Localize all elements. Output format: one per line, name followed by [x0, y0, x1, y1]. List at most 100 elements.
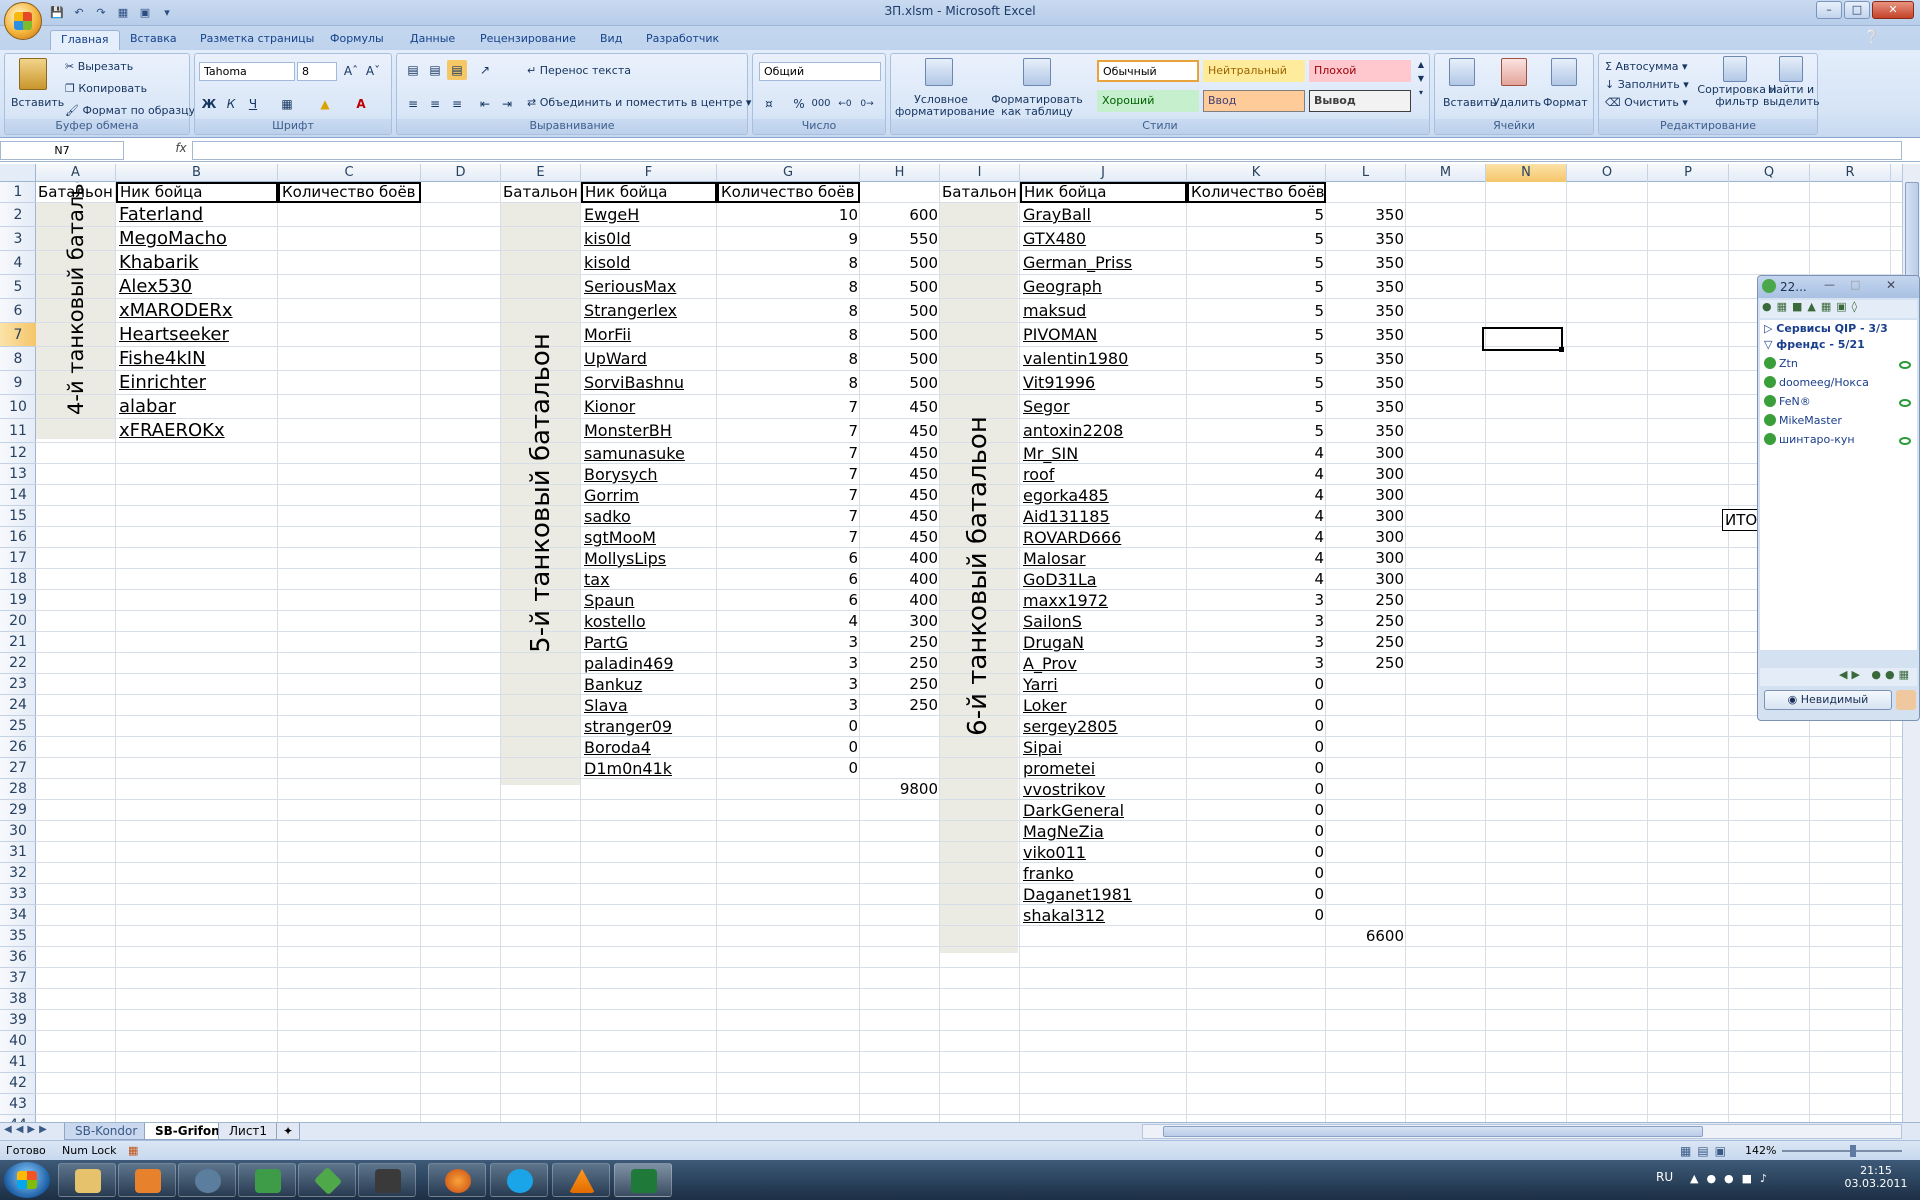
- battles-count[interactable]: 7: [717, 419, 860, 443]
- align-middle-icon[interactable]: ▤: [425, 60, 445, 80]
- battles-count[interactable]: 5: [1187, 299, 1326, 323]
- row-header-38[interactable]: 38: [0, 989, 36, 1010]
- player-nick[interactable]: valentin1980: [1020, 347, 1187, 371]
- font-name-select[interactable]: Tahoma: [199, 62, 295, 81]
- qip-contact[interactable]: FeN®: [1764, 395, 1811, 408]
- player-nick[interactable]: stranger09: [581, 716, 717, 737]
- battles-count[interactable]: 0: [1187, 779, 1326, 800]
- align-left-icon[interactable]: ≡: [403, 94, 423, 114]
- player-nick[interactable]: sadko: [581, 506, 717, 527]
- column-header-c[interactable]: C: [278, 164, 421, 182]
- payment[interactable]: 400: [860, 548, 940, 569]
- row-header-10[interactable]: 10: [0, 395, 36, 419]
- payment[interactable]: 250: [860, 632, 940, 653]
- payment[interactable]: 400: [860, 590, 940, 611]
- header-nick[interactable]: Ник бойца: [116, 182, 278, 203]
- tray-language[interactable]: RU: [1656, 1170, 1673, 1184]
- battles-count[interactable]: 4: [1187, 485, 1326, 506]
- row-header-43[interactable]: 43: [0, 1094, 36, 1115]
- player-nick[interactable]: EwgeH: [581, 203, 717, 227]
- row-header-16[interactable]: 16: [0, 527, 36, 548]
- payment[interactable]: 250: [1326, 590, 1406, 611]
- binoculars-icon[interactable]: [1779, 56, 1803, 82]
- column-header-n[interactable]: N: [1486, 164, 1567, 182]
- battles-count[interactable]: 8: [717, 347, 860, 371]
- payment[interactable]: [1326, 884, 1406, 905]
- qip-contact[interactable]: Ztn: [1764, 357, 1798, 370]
- row-header-39[interactable]: 39: [0, 1010, 36, 1031]
- taskbar-media[interactable]: [118, 1163, 176, 1197]
- battles-count[interactable]: 5: [1187, 419, 1326, 443]
- payment[interactable]: 350: [1326, 227, 1406, 251]
- battles-count[interactable]: 7: [717, 485, 860, 506]
- row-header-4[interactable]: 4: [0, 251, 36, 275]
- horizontal-scroll-thumb[interactable]: [1163, 1126, 1703, 1137]
- header-battalion[interactable]: Батальон: [940, 182, 1020, 203]
- battles-count[interactable]: 8: [717, 323, 860, 347]
- clear-button[interactable]: ⌫ Очистить ▾: [1605, 96, 1688, 109]
- tab-formulas[interactable]: Формулы: [320, 30, 394, 50]
- start-button[interactable]: [4, 1162, 50, 1198]
- payment[interactable]: [1326, 758, 1406, 779]
- help-icon[interactable]: ❔: [1864, 30, 1880, 45]
- orientation-icon[interactable]: ↗: [475, 60, 495, 80]
- header-battles[interactable]: Количество боёв: [1187, 182, 1326, 203]
- payment[interactable]: 300: [1326, 569, 1406, 590]
- currency-icon[interactable]: ¤: [759, 94, 779, 114]
- payment[interactable]: [860, 716, 940, 737]
- wrap-text-button[interactable]: ↵ Перенос текста: [527, 64, 631, 77]
- payment[interactable]: 350: [1326, 299, 1406, 323]
- battles-count[interactable]: 0: [717, 758, 860, 779]
- battles-count[interactable]: 5: [1187, 251, 1326, 275]
- increase-indent-icon[interactable]: ⇥: [497, 94, 517, 114]
- player-nick[interactable]: PartG: [581, 632, 717, 653]
- qip-contact[interactable]: MikeMaster: [1764, 414, 1842, 427]
- payment[interactable]: 250: [1326, 632, 1406, 653]
- column-header-d[interactable]: D: [421, 164, 501, 182]
- row-header-40[interactable]: 40: [0, 1031, 36, 1052]
- payment[interactable]: 350: [1326, 395, 1406, 419]
- taskbar-excel[interactable]: [614, 1163, 672, 1197]
- player-nick[interactable]: roof: [1020, 464, 1187, 485]
- player-nick[interactable]: paladin469: [581, 653, 717, 674]
- payment[interactable]: 300: [1326, 443, 1406, 464]
- payment[interactable]: 250: [860, 674, 940, 695]
- payment[interactable]: 300: [1326, 506, 1406, 527]
- conditional-format-button[interactable]: Условное форматирование: [895, 94, 995, 118]
- qip-avatar[interactable]: [1896, 690, 1916, 710]
- player-nick[interactable]: viko011: [1020, 842, 1187, 863]
- row-header-34[interactable]: 34: [0, 905, 36, 926]
- header-battles[interactable]: Количество боёв: [278, 182, 421, 203]
- bold-button[interactable]: Ж: [199, 94, 219, 114]
- player-nick[interactable]: GrayBall: [1020, 203, 1187, 227]
- tab-home[interactable]: Главная: [50, 30, 120, 50]
- player-nick[interactable]: GoD31La: [1020, 569, 1187, 590]
- player-nick[interactable]: Kionor: [581, 395, 717, 419]
- payment[interactable]: 300: [1326, 527, 1406, 548]
- battles-count[interactable]: 7: [717, 443, 860, 464]
- fill-button[interactable]: ↓ Заполнить ▾: [1605, 78, 1689, 91]
- battles-count[interactable]: 0: [1187, 842, 1326, 863]
- qip-group-friends[interactable]: ▽ френдс - 5/21: [1764, 338, 1865, 351]
- battles-count[interactable]: 3: [1187, 632, 1326, 653]
- battles-count[interactable]: 10: [717, 203, 860, 227]
- row-header-12[interactable]: 12: [0, 443, 36, 464]
- battles-count[interactable]: 0: [1187, 800, 1326, 821]
- qip-contact[interactable]: шинтаро-кун: [1764, 433, 1855, 446]
- player-nick[interactable]: UpWard: [581, 347, 717, 371]
- payment[interactable]: [1326, 716, 1406, 737]
- row-header-26[interactable]: 26: [0, 737, 36, 758]
- payment[interactable]: [1326, 863, 1406, 884]
- worksheet-grid[interactable]: Батальон Батальон Батальон Ник бойца Количес…: [36, 182, 1902, 1122]
- row-header-36[interactable]: 36: [0, 947, 36, 968]
- battles-count[interactable]: 6: [717, 590, 860, 611]
- row-header-42[interactable]: 42: [0, 1073, 36, 1094]
- header-nick[interactable]: Ник бойца: [581, 182, 717, 203]
- column-header-j[interactable]: J: [1020, 164, 1187, 182]
- payment[interactable]: 350: [1326, 419, 1406, 443]
- battles-count[interactable]: 0: [1187, 821, 1326, 842]
- row-header-6[interactable]: 6: [0, 299, 36, 323]
- tab-page-layout[interactable]: Разметка страницы: [190, 30, 324, 50]
- style-bad[interactable]: Плохой: [1309, 60, 1411, 82]
- borders-icon[interactable]: ▦: [277, 94, 297, 114]
